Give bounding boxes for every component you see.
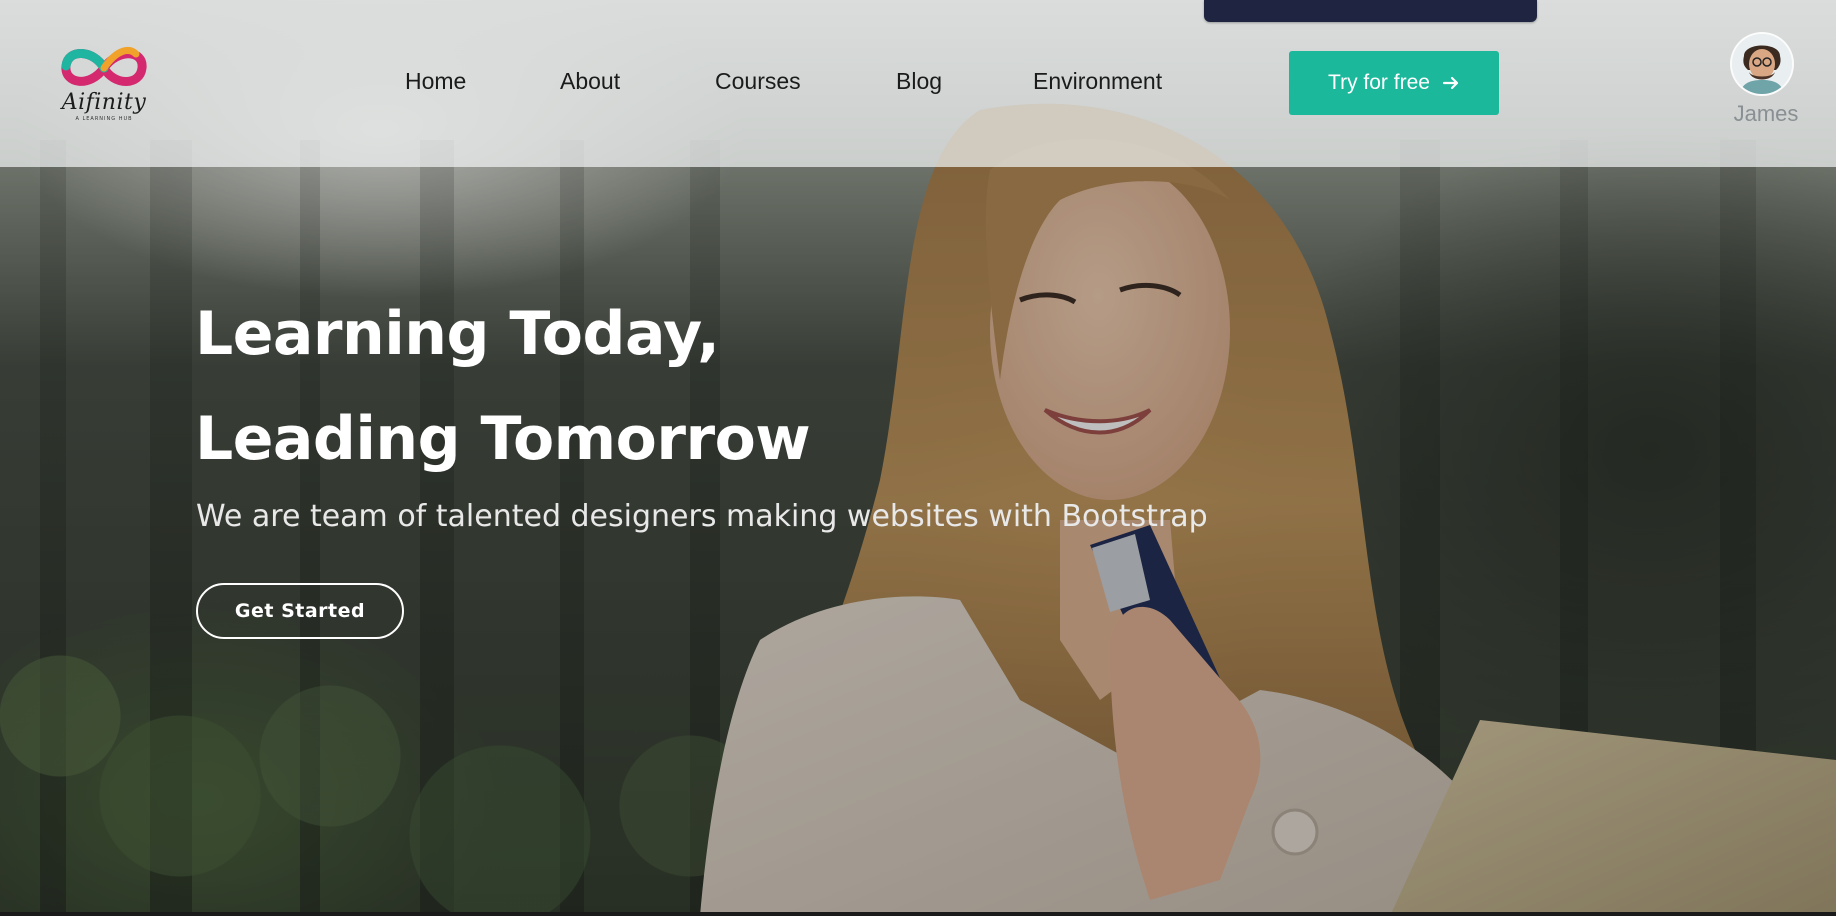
user-avatar[interactable] [1732, 34, 1792, 94]
try-for-free-button[interactable]: Try for free [1289, 51, 1499, 115]
brand-name: Aifinity [61, 90, 147, 115]
nav-item-home[interactable]: Home [405, 68, 466, 95]
user-avatar-image [1732, 34, 1792, 94]
try-for-free-label: Try for free [1328, 71, 1430, 94]
top-dark-tab [1204, 0, 1537, 22]
infinity-logo-icon [61, 47, 147, 86]
site-header: Aifinity A LEARNING HUB Home About Cours… [0, 0, 1836, 167]
nav-item-about[interactable]: About [560, 68, 620, 95]
brand-logo[interactable]: Aifinity A LEARNING HUB [60, 40, 148, 126]
user-name[interactable]: James [1722, 101, 1810, 127]
hero-subtitle: We are team of talented designers making… [196, 499, 1208, 534]
nav-item-environment[interactable]: Environment [1033, 68, 1162, 95]
hero-title-line-1: Learning Today, [195, 299, 720, 369]
nav-item-blog[interactable]: Blog [896, 68, 942, 95]
get-started-button[interactable]: Get Started [196, 583, 404, 639]
arrow-right-icon [1442, 74, 1460, 92]
nav-item-courses[interactable]: Courses [715, 68, 801, 95]
hero-title-line-2: Leading Tomorrow [195, 404, 811, 474]
bottom-edge [0, 912, 1836, 916]
hero-title: Learning Today, Leading Tomorrow [195, 282, 811, 492]
landing-page: Aifinity A LEARNING HUB Home About Cours… [0, 0, 1836, 916]
brand-tagline: A LEARNING HUB [75, 116, 133, 122]
